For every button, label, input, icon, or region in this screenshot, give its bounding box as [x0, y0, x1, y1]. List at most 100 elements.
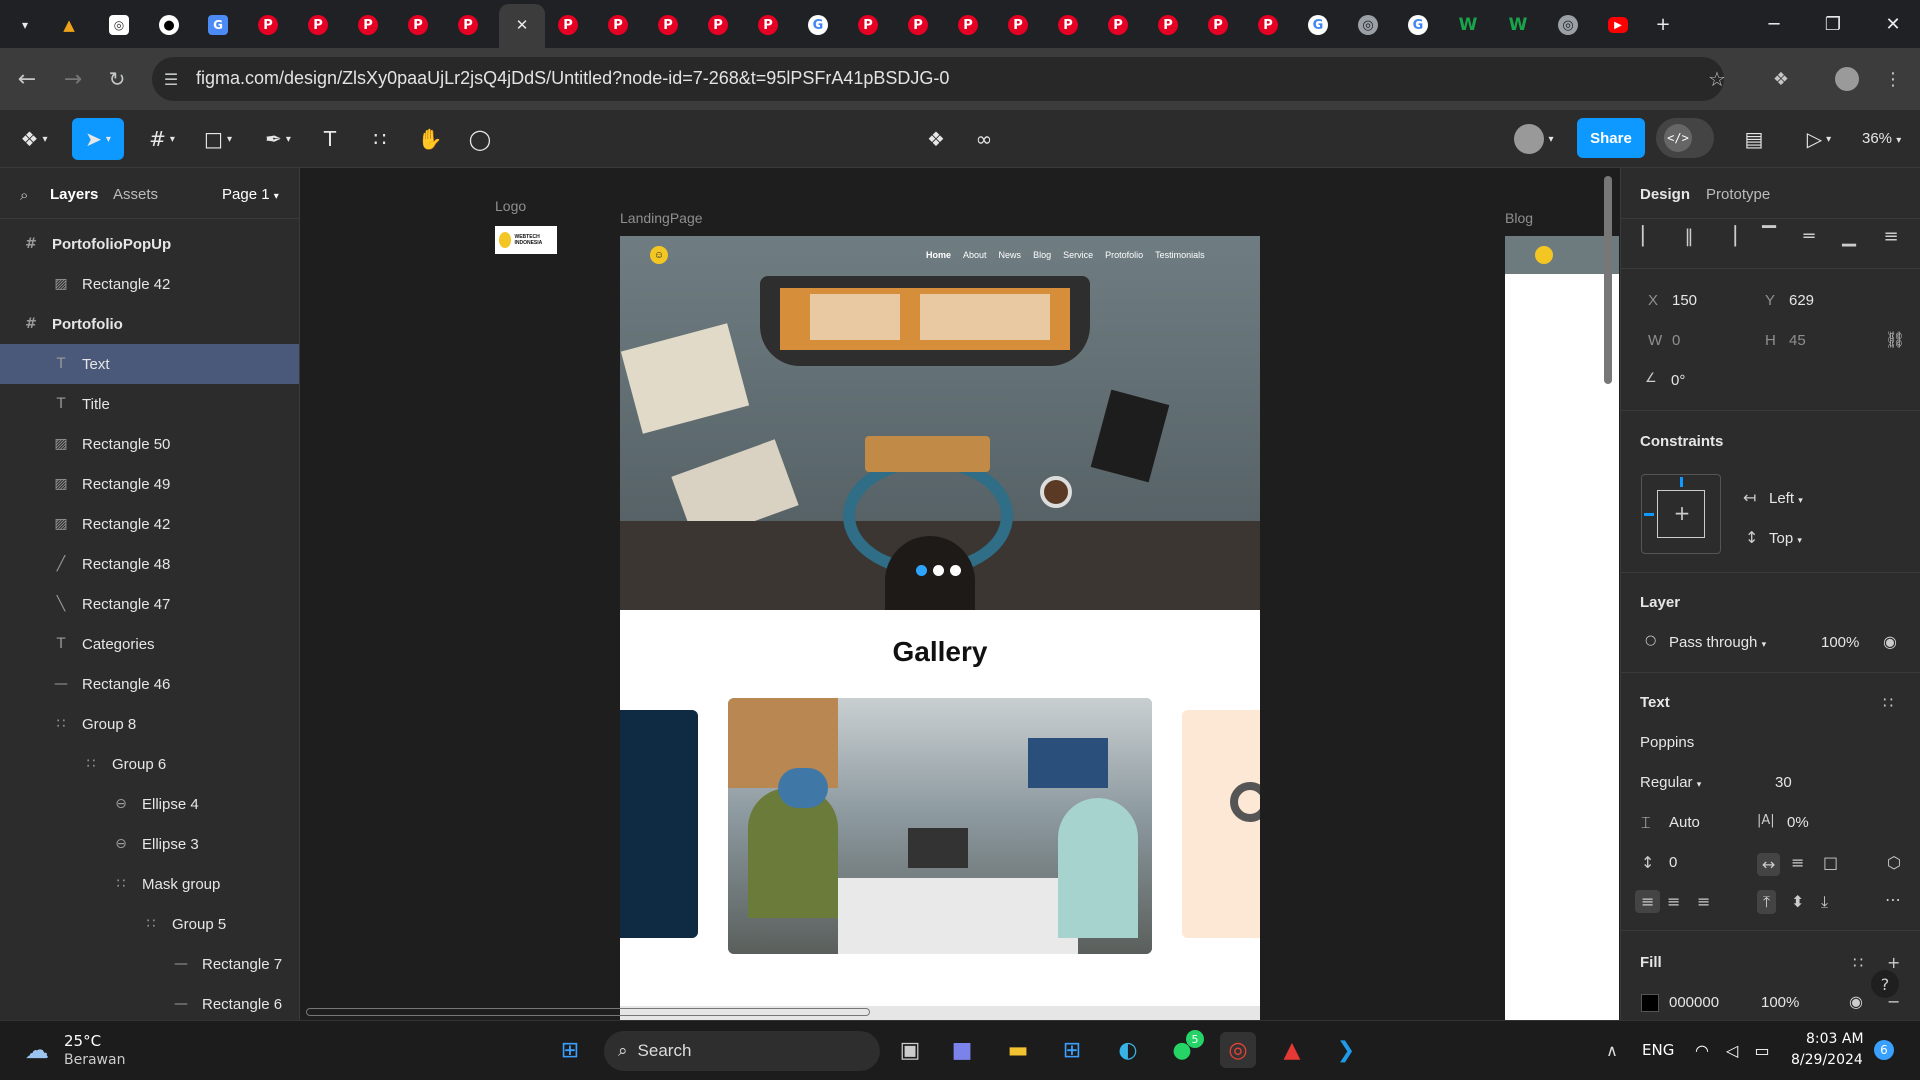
browser-tab[interactable]: ◎ [1351, 8, 1385, 42]
move-tool-icon[interactable]: ➤ ▾ [72, 118, 124, 160]
layer-opacity-input[interactable]: 100% [1821, 634, 1859, 651]
layer-row[interactable]: T Title [0, 384, 299, 424]
font-size-input[interactable]: 30 [1775, 774, 1792, 791]
browser-tab[interactable]: ◎ [1551, 8, 1585, 42]
main-menu-icon[interactable]: ❖ ▾ [12, 118, 56, 160]
browser-tab[interactable]: P [851, 8, 885, 42]
h-input[interactable]: 45 [1789, 332, 1806, 349]
visibility-eye-icon[interactable]: ◉ [1883, 632, 1897, 651]
align-right-icon[interactable]: ▕ [1715, 222, 1743, 250]
task-view-icon[interactable]: ▣ [892, 1032, 928, 1068]
text-align-center-icon[interactable]: ≡ [1667, 892, 1680, 911]
auto-width-icon[interactable]: ↔ [1757, 853, 1781, 876]
resources-icon[interactable]: ∷ [362, 118, 398, 160]
constraints-widget[interactable]: + [1641, 474, 1721, 554]
hand-tool-icon[interactable]: ✋ [412, 118, 448, 160]
fill-visibility-icon[interactable]: ◉ [1849, 992, 1863, 1011]
blend-mode-select[interactable]: Pass through ▾ [1669, 634, 1766, 651]
clock-date[interactable]: 8/29/2024 [1791, 1052, 1863, 1068]
browser-tab[interactable]: P [601, 8, 635, 42]
y-input[interactable]: 629 [1789, 292, 1814, 309]
battery-icon[interactable]: ▭ [1744, 1032, 1780, 1068]
layer-row[interactable]: ∷ Group 6 [0, 744, 299, 784]
share-button[interactable]: Share [1577, 118, 1645, 158]
frame-tool-icon[interactable]: # ▾ [140, 118, 184, 160]
layer-row[interactable]: T Categories [0, 624, 299, 664]
browser-tab[interactable]: P [1001, 8, 1035, 42]
constraint-top-bar[interactable] [1680, 477, 1683, 487]
frame-label-blog[interactable]: Blog [1505, 210, 1533, 226]
layer-row[interactable]: ╱ Rectangle 48 [0, 544, 299, 584]
tab-search-button[interactable]: ▾ [8, 8, 42, 42]
fill-styles-icon[interactable]: ∷ [1853, 953, 1863, 972]
text-styles-icon[interactable]: ∷ [1883, 693, 1893, 712]
line-height-input[interactable]: Auto [1669, 814, 1700, 831]
teams-icon[interactable]: ■ [944, 1032, 980, 1068]
layer-row[interactable]: ∷ Group 5 [0, 904, 299, 944]
new-tab-button[interactable]: + [1646, 10, 1680, 38]
pen-tool-icon[interactable]: ✒ ▾ [256, 118, 300, 160]
microsoft-store-icon[interactable]: ⊞ [1054, 1032, 1090, 1068]
layer-row[interactable]: ▨ Rectangle 49 [0, 464, 299, 504]
browser-tab[interactable]: P [701, 8, 735, 42]
layer-row[interactable]: T Text [0, 344, 299, 384]
layer-row[interactable]: ∷ Mask group [0, 864, 299, 904]
browser-tab[interactable]: P [351, 8, 385, 42]
browser-tab[interactable]: P [1101, 8, 1135, 42]
search-icon[interactable]: ⌕ [20, 186, 28, 204]
browser-tab[interactable]: G [801, 8, 835, 42]
forward-icon[interactable]: → [56, 62, 90, 96]
vertical-align-bottom-icon[interactable]: ⤓ [1821, 892, 1828, 912]
browser-tab[interactable]: P [251, 8, 285, 42]
align-left-icon[interactable]: ▏ [1635, 222, 1663, 250]
fill-opacity-input[interactable]: 100% [1761, 994, 1799, 1011]
font-weight-select[interactable]: Regular ▾ [1640, 774, 1701, 791]
shape-tool-icon[interactable]: □ ▾ [196, 118, 240, 160]
vscode-icon[interactable]: ❯ [1328, 1032, 1364, 1068]
paragraph-spacing-input[interactable]: 0 [1669, 854, 1677, 871]
vertical-scrollbar[interactable] [1604, 176, 1612, 384]
layer-row[interactable]: — Rectangle 46 [0, 664, 299, 704]
browser-tab[interactable]: P [1251, 8, 1285, 42]
layer-row[interactable]: ▨ Rectangle 42 [0, 504, 299, 544]
back-icon[interactable]: ← [10, 62, 44, 96]
fixed-size-icon[interactable]: □ [1823, 853, 1838, 872]
tab-design[interactable]: Design [1640, 186, 1690, 203]
browser-tab[interactable]: ▶ [1601, 8, 1635, 42]
logo-frame[interactable]: WEBTECH INDONESIA [495, 226, 557, 254]
browser-tab[interactable]: P [901, 8, 935, 42]
windows-start-icon[interactable]: ⊞ [552, 1032, 588, 1068]
remove-fill-icon[interactable]: − [1887, 992, 1900, 1011]
browser-tab[interactable]: P [651, 8, 685, 42]
align-center-v-icon[interactable]: ═ [1795, 222, 1823, 250]
page-selector[interactable]: Page 1 ▾ [222, 186, 279, 203]
bookmark-star-icon[interactable]: ☆ [1700, 62, 1734, 96]
browser-tab[interactable]: ✕ [505, 8, 539, 42]
browser-tab[interactable]: P [1051, 8, 1085, 42]
rotation-input[interactable]: 0° [1671, 372, 1685, 389]
tab-prototype[interactable]: Prototype [1706, 186, 1770, 203]
edge-icon[interactable]: ◐ [1110, 1032, 1146, 1068]
constraint-horizontal-select[interactable]: Left ▾ [1769, 490, 1803, 507]
align-center-h-icon[interactable]: ‖ [1675, 222, 1703, 250]
browser-tab[interactable]: P [451, 8, 485, 42]
tab-layers[interactable]: Layers [50, 186, 98, 203]
fill-hex-input[interactable]: 000000 [1669, 994, 1719, 1011]
library-book-icon[interactable]: ▤ [1736, 118, 1772, 160]
minimize-icon[interactable]: ─ [1757, 10, 1791, 38]
font-family-select[interactable]: Poppins [1640, 734, 1694, 751]
text-align-right-icon[interactable]: ≡ [1697, 892, 1710, 911]
component-icon[interactable]: ❖ [918, 118, 954, 160]
window-close-icon[interactable]: ✕ [1876, 10, 1910, 38]
browser-tab[interactable]: W [1501, 8, 1535, 42]
notification-badge[interactable]: 6 [1874, 1040, 1894, 1060]
horizontal-scrollbar[interactable] [306, 1008, 870, 1016]
browser-tab[interactable]: P [751, 8, 785, 42]
comment-tool-icon[interactable]: ◯ [462, 118, 498, 160]
present-play-icon[interactable]: ▷ ▾ [1796, 118, 1842, 160]
browser-tab[interactable]: ◎ [102, 8, 136, 42]
layer-row[interactable]: ╲ Rectangle 47 [0, 584, 299, 624]
site-info-icon[interactable]: ☰ [154, 62, 188, 96]
layer-row[interactable]: # PortofolioPopUp [0, 224, 299, 264]
weather-condition[interactable]: Berawan [64, 1052, 125, 1068]
